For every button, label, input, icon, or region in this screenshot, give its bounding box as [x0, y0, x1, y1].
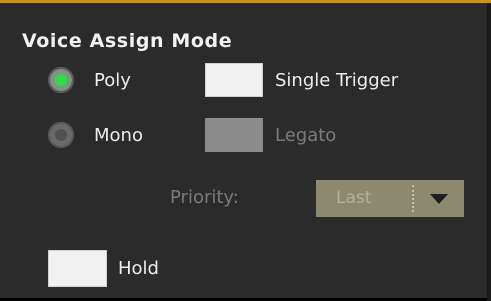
poly-label[interactable]: Poly: [94, 70, 131, 92]
hold-checkbox[interactable]: [48, 250, 107, 287]
panel-edge: [487, 3, 491, 301]
section-title: Voice Assign Mode: [22, 30, 233, 52]
voice-assign-mode-panel: Voice Assign Mode Poly Single Trigger Mo…: [0, 0, 491, 301]
dropdown-arrow-icon[interactable]: [421, 184, 457, 213]
mono-radio[interactable]: [48, 122, 74, 148]
legato-checkbox[interactable]: [205, 118, 263, 152]
priority-label: Priority:: [170, 187, 239, 208]
single-trigger-label[interactable]: Single Trigger: [275, 70, 398, 92]
poly-radio[interactable]: [48, 67, 74, 93]
radio-unselected-indicator: [55, 129, 67, 141]
hold-label[interactable]: Hold: [118, 258, 159, 280]
radio-selected-indicator: [55, 74, 67, 86]
single-trigger-checkbox[interactable]: [205, 63, 263, 97]
legato-label: Legato: [275, 125, 337, 146]
mono-label[interactable]: Mono: [94, 125, 143, 147]
dropdown-separator: [412, 185, 414, 212]
priority-value: Last: [336, 188, 372, 208]
priority-dropdown[interactable]: Last: [316, 180, 464, 217]
